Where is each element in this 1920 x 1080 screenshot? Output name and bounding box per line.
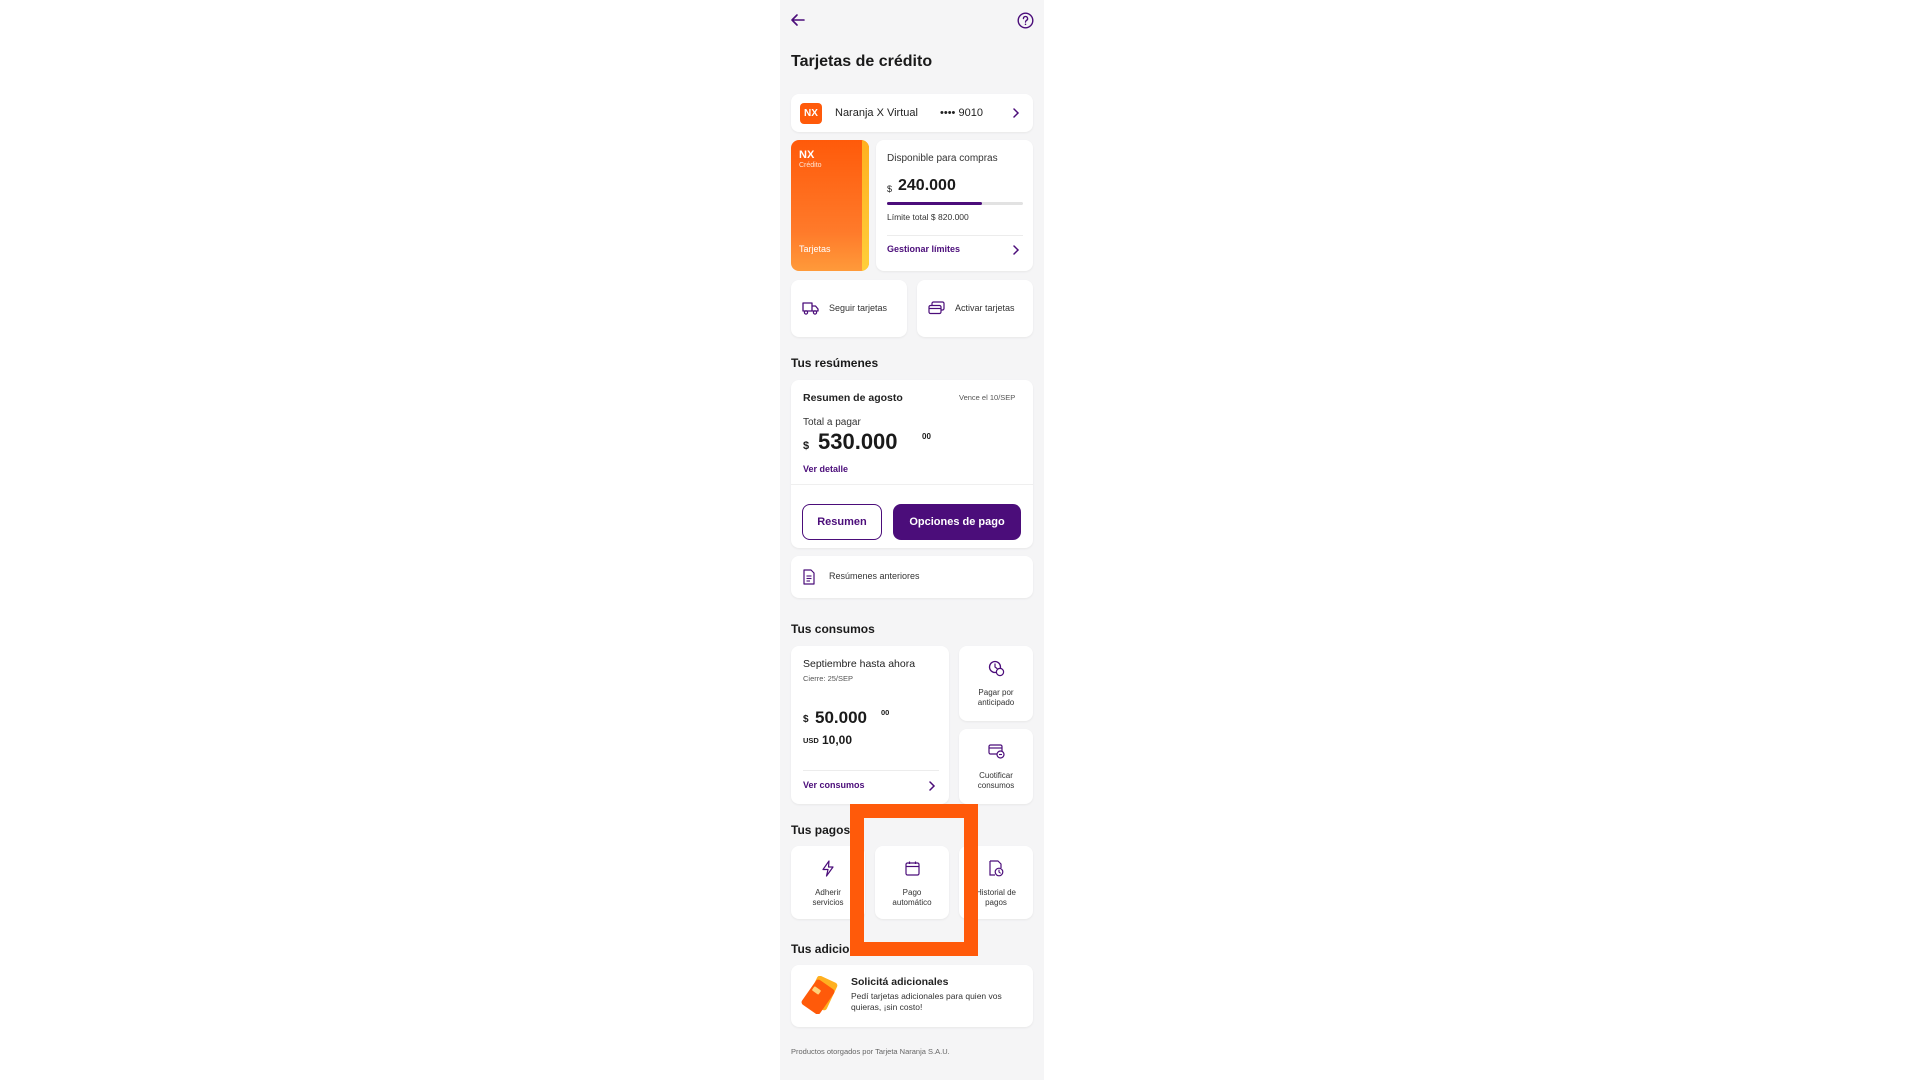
usd-label: USD bbox=[803, 736, 819, 745]
total-cents: 00 bbox=[922, 432, 931, 441]
consumption-currency: $ bbox=[803, 714, 809, 725]
credit-card-visual[interactable]: NX Crédito Tarjetas bbox=[791, 140, 869, 271]
view-consumption-link[interactable]: Ver consumos bbox=[803, 780, 865, 790]
request-additionals-card[interactable]: Solicitá adicionales Pedí tarjetas adici… bbox=[791, 965, 1033, 1027]
lightning-icon bbox=[822, 860, 834, 877]
chevron-right-icon bbox=[1013, 108, 1020, 118]
available-label: Disponible para compras bbox=[887, 153, 998, 164]
installments-button[interactable]: Cuotificar consumos bbox=[959, 729, 1033, 804]
document-icon bbox=[803, 569, 815, 585]
card-label: Tarjetas bbox=[799, 244, 831, 254]
activate-cards-button[interactable]: Activar tarjetas bbox=[917, 280, 1033, 337]
highlight-box bbox=[850, 804, 978, 956]
account-selector[interactable]: NX Naranja X Virtual •••• 9010 bbox=[791, 94, 1033, 132]
activate-cards-label: Activar tarjetas bbox=[955, 303, 1015, 313]
truck-icon bbox=[802, 302, 819, 315]
closing-date: Cierre: 25/SEP bbox=[803, 674, 854, 683]
manage-limits-link[interactable]: Gestionar límites bbox=[887, 244, 960, 254]
summaries-section-title: Tus resúmenes bbox=[791, 356, 879, 370]
account-name: Naranja X Virtual bbox=[835, 107, 918, 119]
summary-title: Resumen de agosto bbox=[803, 392, 903, 404]
page-title: Tarjetas de crédito bbox=[791, 53, 933, 70]
installments-label-line1: Cuotificar bbox=[979, 771, 1013, 780]
previous-summaries-label: Resúmenes anteriores bbox=[829, 571, 920, 581]
prepay-button[interactable]: Pagar por anticipado bbox=[959, 646, 1033, 721]
limit-text: Límite total $ 820.000 bbox=[887, 212, 969, 222]
cards-icon bbox=[928, 301, 945, 315]
consumption-amount: 50.000 bbox=[815, 708, 867, 727]
consumption-title: Septiembre hasta ahora bbox=[803, 658, 916, 670]
prepay-label-line2: anticipado bbox=[977, 698, 1015, 707]
consumption-card: Septiembre hasta ahora Cierre: 25/SEP $ … bbox=[791, 646, 949, 804]
help-circle-icon[interactable] bbox=[1017, 12, 1034, 29]
additional-cards-illustration bbox=[801, 976, 838, 1014]
track-cards-label: Seguir tarjetas bbox=[829, 303, 888, 313]
arrow-left-icon[interactable] bbox=[790, 12, 806, 28]
brand-logo: NX bbox=[800, 103, 822, 124]
consumption-cents: 00 bbox=[881, 708, 890, 717]
usd-amount: 10,00 bbox=[822, 733, 853, 747]
consumption-section-title: Tus consumos bbox=[791, 622, 875, 636]
additionals-title: Solicitá adicionales bbox=[851, 976, 949, 988]
total-label: Total a pagar bbox=[803, 417, 861, 428]
total-currency: $ bbox=[803, 440, 810, 452]
payments-section-title: Tus pagos bbox=[791, 823, 851, 837]
card-type: Crédito bbox=[799, 162, 822, 169]
card-brand: NX bbox=[799, 149, 815, 161]
footer-text: Productos otorgados por Tarjeta Naranja … bbox=[791, 1047, 950, 1056]
view-detail-link[interactable]: Ver detalle bbox=[803, 464, 848, 474]
summary-card: Resumen de agosto Vence el 10/SEP Total … bbox=[791, 380, 1033, 548]
total-amount: 530.000 bbox=[818, 429, 898, 454]
additionals-description: Pedí tarjetas adicionales para quien vos… bbox=[851, 991, 1002, 1012]
available-credit-card: Disponible para compras $ 240.000 Límite… bbox=[876, 140, 1033, 271]
account-number: •••• 9010 bbox=[940, 107, 983, 119]
chevron-right-icon bbox=[929, 781, 936, 791]
chevron-right-icon bbox=[1013, 245, 1020, 255]
available-amount: 240.000 bbox=[898, 177, 956, 194]
track-cards-button[interactable]: Seguir tarjetas bbox=[791, 280, 907, 337]
previous-summaries-item[interactable]: Resúmenes anteriores bbox=[791, 556, 1033, 598]
receipt-clock-icon bbox=[989, 860, 1004, 877]
available-currency: $ bbox=[887, 184, 893, 194]
usage-bar-track bbox=[887, 202, 1023, 205]
usage-bar-fill bbox=[887, 202, 983, 205]
installments-label-line2: consumos bbox=[977, 781, 1015, 790]
payment-options-button[interactable]: Opciones de pago bbox=[893, 504, 1021, 540]
prepay-label-line1: Pagar por bbox=[978, 688, 1014, 697]
card-split-icon bbox=[988, 744, 1005, 759]
summary-button[interactable]: Resumen bbox=[802, 504, 882, 540]
clock-coin-icon bbox=[988, 660, 1005, 677]
summary-due-date: Vence el 10/SEP bbox=[959, 393, 1016, 402]
